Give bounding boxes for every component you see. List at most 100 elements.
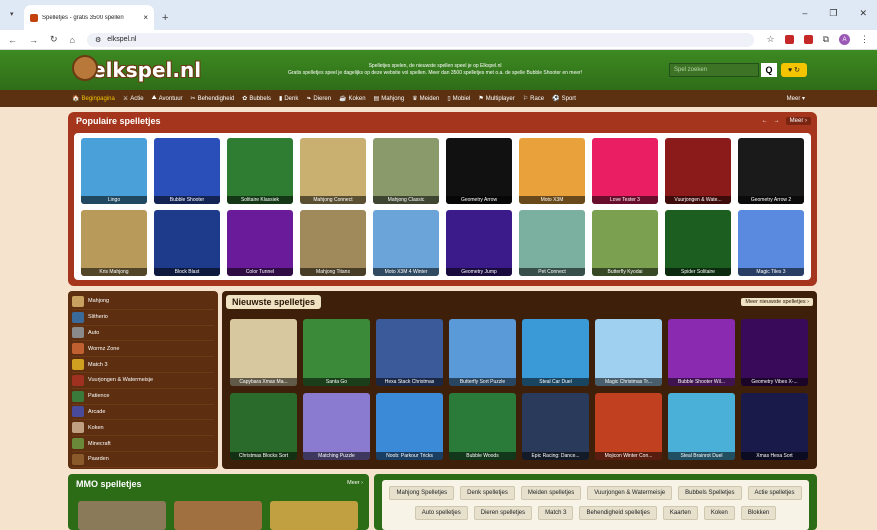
game-tile[interactable]: Butterfly Kyodai bbox=[592, 210, 658, 276]
next-arrow-icon[interactable]: → bbox=[774, 118, 780, 124]
nav-item[interactable]: ▤ Mahjong bbox=[374, 95, 405, 103]
tag-link[interactable]: Mahjong Spelletjes bbox=[389, 486, 455, 500]
game-tile[interactable]: Geometry Vibes X-... bbox=[741, 319, 808, 386]
extension-icon[interactable] bbox=[784, 35, 794, 44]
browser-tab[interactable]: Spelletjes - gratis 3500 spellen × bbox=[24, 5, 154, 30]
favorites-button[interactable]: ♥ ↻ bbox=[781, 63, 807, 77]
forward-icon[interactable]: → bbox=[29, 35, 38, 45]
game-tile[interactable]: Matching Puzzle bbox=[303, 393, 370, 460]
tag-link[interactable]: Actie spelletjes bbox=[747, 486, 802, 500]
nav-item[interactable]: ⚔ Actie bbox=[123, 95, 144, 103]
category-item[interactable]: Minecraft bbox=[72, 436, 214, 452]
game-tile[interactable]: Mahjong Connect bbox=[300, 138, 366, 204]
game-tile[interactable]: Vuurjongen & Wate... bbox=[665, 138, 731, 204]
url-field[interactable]: ⚙ elkspel.nl bbox=[86, 32, 755, 47]
tag-link[interactable]: Dieren spelletjes bbox=[473, 506, 533, 520]
extensions-puzzle-icon[interactable]: ⧉ bbox=[823, 34, 829, 45]
menu-icon[interactable]: ⋮ bbox=[860, 34, 869, 45]
game-tile[interactable]: Block Blast bbox=[154, 210, 220, 276]
tag-link[interactable]: Match 3 bbox=[538, 506, 574, 520]
game-tile[interactable]: Solitaire Klassiek bbox=[227, 138, 293, 204]
game-tile[interactable]: Moto X3M bbox=[519, 138, 585, 204]
nav-more[interactable]: Meer ▾ bbox=[787, 95, 805, 102]
game-tile[interactable]: Mojicon Winter Con... bbox=[595, 393, 662, 460]
search-input[interactable]: Spel zoeken bbox=[669, 63, 759, 77]
mmo-game-thumb[interactable] bbox=[270, 501, 358, 530]
game-tile[interactable]: Geometry Arrow 2 bbox=[738, 138, 804, 204]
game-tile[interactable]: Magic Christmas Tr... bbox=[595, 319, 662, 386]
nav-item[interactable]: ⚑ Multiplayer bbox=[478, 95, 514, 103]
back-icon[interactable]: ← bbox=[8, 35, 17, 45]
tag-link[interactable]: Vuurjongen & Watermeisje bbox=[587, 486, 673, 500]
game-tile[interactable]: Pet Connect bbox=[519, 210, 585, 276]
nav-item[interactable]: ☕ Koken bbox=[339, 95, 366, 103]
game-tile[interactable]: Mahjong Titans bbox=[300, 210, 366, 276]
tag-link[interactable]: Bubbels Spelletjes bbox=[678, 486, 742, 500]
game-tile[interactable]: Moto X3M 4 Winter bbox=[373, 210, 439, 276]
prev-arrow-icon[interactable]: ← bbox=[762, 118, 768, 124]
game-tile[interactable]: Bubble Shooter bbox=[154, 138, 220, 204]
category-item[interactable]: Match 3 bbox=[72, 357, 214, 373]
nav-item[interactable]: ⚽ Sport bbox=[552, 95, 576, 103]
nav-item[interactable]: ✿ Bubbels bbox=[242, 95, 271, 103]
category-item[interactable]: Paarden bbox=[72, 452, 214, 468]
game-tile[interactable]: Xmas Hexa Sort bbox=[741, 393, 808, 460]
home-icon[interactable]: ⌂ bbox=[70, 35, 75, 45]
game-tile[interactable]: Santa Go bbox=[303, 319, 370, 386]
tag-link[interactable]: Blokken bbox=[740, 506, 777, 520]
close-window-button[interactable]: ✕ bbox=[859, 8, 867, 19]
game-tile[interactable]: Epic Racing: Dance... bbox=[522, 393, 589, 460]
nav-item[interactable]: ⛰ Avontuur bbox=[152, 95, 183, 102]
tag-link[interactable]: Meiden spelletjes bbox=[520, 486, 582, 500]
site-info-icon[interactable]: ⚙ bbox=[95, 36, 101, 44]
minimize-button[interactable]: – bbox=[802, 8, 807, 19]
nav-item[interactable]: ❧ Dieren bbox=[306, 95, 331, 103]
game-tile[interactable]: Magic Tiles 3 bbox=[738, 210, 804, 276]
game-tile[interactable]: Lingo bbox=[81, 138, 147, 204]
tag-link[interactable]: Denk spelletjes bbox=[460, 486, 515, 500]
game-tile[interactable]: Kris Mahjong bbox=[81, 210, 147, 276]
category-item[interactable]: Koken bbox=[72, 420, 214, 437]
game-tile[interactable]: Color Tunnel bbox=[227, 210, 293, 276]
category-item[interactable]: Mahjong bbox=[72, 294, 214, 310]
nav-item[interactable]: ✂ Behendigheid bbox=[191, 95, 235, 103]
tag-link[interactable]: Behendigheid spelletjes bbox=[579, 506, 657, 520]
game-tile[interactable]: Capybara Xmas Ma... bbox=[230, 319, 297, 386]
nav-item[interactable]: ▮ Denk bbox=[279, 95, 298, 103]
game-tile[interactable]: Love Tester 3 bbox=[592, 138, 658, 204]
search-button[interactable]: Q bbox=[761, 63, 777, 77]
reload-icon[interactable]: ↻ bbox=[50, 34, 58, 45]
category-item[interactable]: Auto bbox=[72, 326, 214, 342]
nav-item[interactable]: ▯ Mobiel bbox=[447, 95, 470, 103]
nav-item[interactable]: 🏠 Beginpagina bbox=[72, 95, 115, 103]
game-tile[interactable]: Noob: Parkour Tricks bbox=[376, 393, 443, 460]
category-item[interactable]: Wormz Zone bbox=[72, 341, 214, 358]
game-tile[interactable]: Mahjong Classic bbox=[373, 138, 439, 204]
game-tile[interactable]: Steal Car Duel bbox=[522, 319, 589, 386]
mmo-more-link[interactable]: Meer › bbox=[347, 480, 363, 486]
tag-link[interactable]: Auto spelletjes bbox=[414, 506, 468, 520]
category-item[interactable]: Vuurjongen & Watermeisje bbox=[72, 373, 214, 389]
game-tile[interactable]: Bubble Woods bbox=[449, 393, 516, 460]
more-newest-link[interactable]: Meer nieuwste spelletjes › bbox=[741, 298, 813, 306]
game-tile[interactable]: Bubble Shooter Wil... bbox=[668, 319, 735, 386]
tab-search-icon[interactable]: ▾ bbox=[10, 10, 14, 18]
nav-item[interactable]: ♛ Meiden bbox=[412, 95, 439, 103]
category-item[interactable]: Patience bbox=[72, 389, 214, 405]
extension-icon[interactable] bbox=[803, 35, 813, 44]
site-logo[interactable]: elkspel.nl bbox=[92, 58, 201, 82]
bookmark-star-icon[interactable]: ☆ bbox=[766, 34, 774, 45]
category-item[interactable]: Slitherio bbox=[72, 310, 214, 326]
game-tile[interactable]: Butterfly Sort Puzzle bbox=[449, 319, 516, 386]
mascot-logo[interactable] bbox=[72, 55, 98, 81]
tab-close-icon[interactable]: × bbox=[143, 13, 148, 22]
game-tile[interactable]: Geometry Arrow bbox=[446, 138, 512, 204]
mmo-game-thumb[interactable] bbox=[78, 501, 166, 530]
tag-link[interactable]: Koken bbox=[703, 506, 735, 520]
profile-avatar[interactable]: A bbox=[839, 34, 850, 45]
game-tile[interactable]: Spider Solitaire bbox=[665, 210, 731, 276]
new-tab-button[interactable]: + bbox=[162, 12, 168, 24]
nav-item[interactable]: ⚐ Race bbox=[523, 95, 544, 103]
game-tile[interactable]: Geometry Jump bbox=[446, 210, 512, 276]
restore-button[interactable]: ❐ bbox=[829, 8, 837, 19]
